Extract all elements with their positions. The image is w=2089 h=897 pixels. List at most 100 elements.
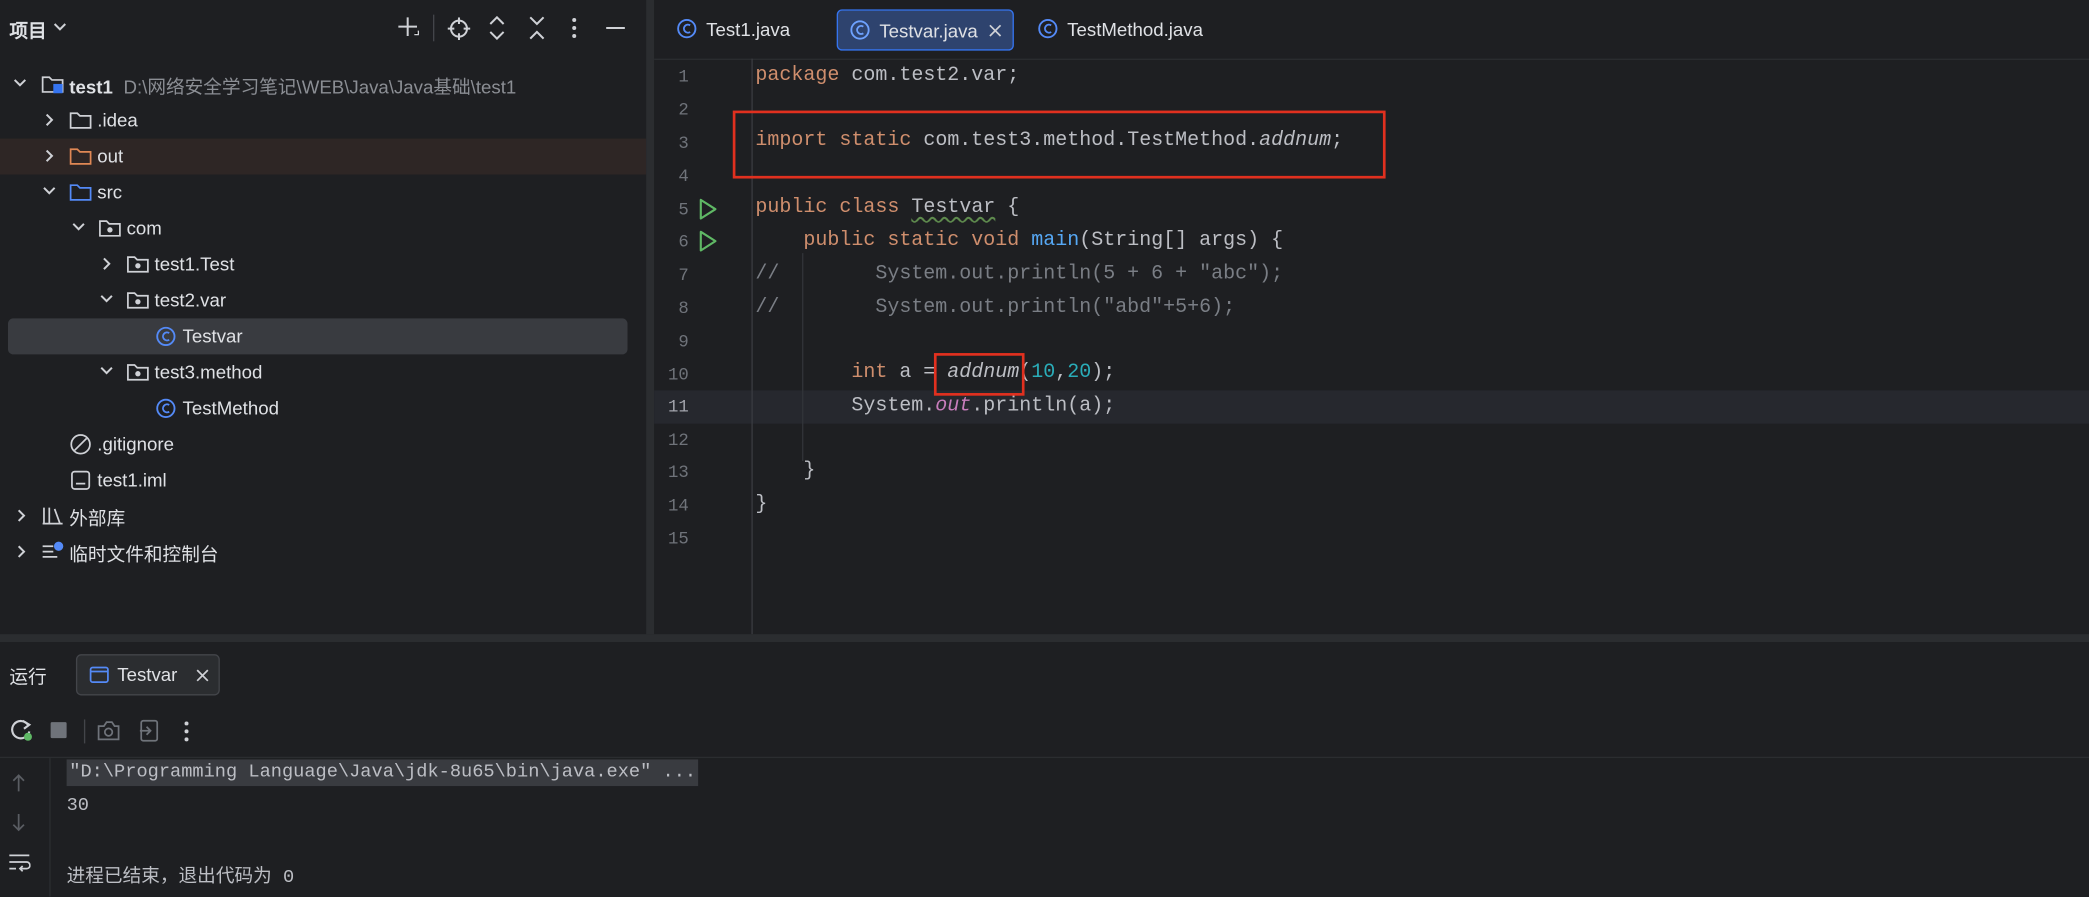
code-token: int xyxy=(851,361,888,384)
tree-item-scratches[interactable]: 临时文件和控制台 xyxy=(0,534,646,570)
close-icon[interactable] xyxy=(196,669,209,682)
code-token: { xyxy=(995,195,1020,219)
project-panel-title[interactable]: 项目 xyxy=(9,17,46,44)
locate-icon[interactable] xyxy=(447,17,471,40)
rerun-icon[interactable] xyxy=(9,718,33,742)
stop-icon[interactable] xyxy=(49,721,68,740)
chevron-down-icon[interactable] xyxy=(100,365,113,376)
code-line: System.out.println(a); xyxy=(851,394,1115,417)
collapse-all-icon[interactable] xyxy=(528,16,547,40)
arrow-down-icon[interactable] xyxy=(11,813,27,833)
code-token: public static void xyxy=(803,229,1020,252)
tree-item-test1[interactable]: test1 D:\网络安全学习笔记\WEB\Java\Java基础\test1 xyxy=(0,67,646,103)
tree-item-external-libraries[interactable]: 外部库 xyxy=(0,498,646,534)
tree-item-label: .idea xyxy=(97,109,138,131)
more-options-icon[interactable] xyxy=(183,721,191,742)
tree-item-gitignore[interactable]: .gitignore xyxy=(0,426,646,462)
code-token: ); xyxy=(1091,361,1116,384)
tree-item-com[interactable]: com xyxy=(0,211,646,247)
tree-item-src[interactable]: src xyxy=(0,175,646,211)
chevron-down-icon[interactable] xyxy=(100,293,113,304)
code-editor[interactable]: Test1.java Testvar.java TestMethod.java … xyxy=(654,0,2089,635)
tree-item-label: 外部库 xyxy=(69,507,126,529)
close-icon[interactable] xyxy=(989,24,1002,37)
line-number: 13 xyxy=(668,462,689,483)
chevron-right-icon[interactable] xyxy=(44,113,55,126)
tree-item-idea[interactable]: .idea xyxy=(0,103,646,139)
more-options-icon[interactable] xyxy=(570,17,578,38)
panel-splitter[interactable] xyxy=(0,634,2089,643)
arrow-up-icon[interactable] xyxy=(11,773,27,793)
divider xyxy=(0,756,2089,759)
expand-all-icon[interactable] xyxy=(488,15,507,40)
tree-item-test1-test[interactable]: test1.Test xyxy=(0,246,646,282)
line-number: 15 xyxy=(668,528,689,549)
excluded-folder-icon xyxy=(69,148,92,165)
code-line: public static void main(String[] args) { xyxy=(803,229,1283,252)
tab-run-testvar[interactable]: Testvar xyxy=(75,654,220,696)
java-class-icon xyxy=(850,20,870,40)
code-token: 20 xyxy=(1067,361,1092,384)
line-number: 5 xyxy=(678,199,689,220)
chevron-down-icon[interactable] xyxy=(72,221,85,232)
console-output: 30 xyxy=(66,795,90,817)
chevron-right-icon[interactable] xyxy=(101,257,112,270)
scratches-icon xyxy=(42,541,64,558)
panel-splitter[interactable] xyxy=(646,0,655,635)
code-token: public class xyxy=(755,195,900,219)
chevron-down-icon[interactable] xyxy=(53,21,66,32)
tree-item-test2-var[interactable]: test2.var xyxy=(0,282,646,318)
camera-icon[interactable] xyxy=(97,721,120,741)
code-line: } xyxy=(803,459,816,483)
tree-item-label: .gitignore xyxy=(97,432,174,455)
tree-item-testmethod[interactable]: TestMethod xyxy=(0,390,646,426)
console-command[interactable]: "D:\Programming Language\Java\jdk-8u65\b… xyxy=(66,759,699,787)
highlight-box-addnum-call xyxy=(933,353,1025,396)
chevron-down-icon[interactable] xyxy=(13,77,27,88)
line-number: 2 xyxy=(678,99,689,120)
chevron-right-icon[interactable] xyxy=(16,545,27,558)
code-line: // System.out.println("abd"+5+6); xyxy=(755,295,1236,319)
tab-testvar-java[interactable]: Testvar.java xyxy=(836,9,1014,51)
code-token: package xyxy=(755,63,840,87)
line-number: 1 xyxy=(678,66,689,87)
code-token: Testvar xyxy=(911,195,996,219)
chevron-down-icon[interactable] xyxy=(43,185,56,196)
tree-item-test1-iml[interactable]: test1.iml xyxy=(0,462,646,498)
tree-item-label: src xyxy=(97,181,123,203)
add-icon[interactable] xyxy=(397,16,421,40)
tree-item-label: test2.var xyxy=(154,289,227,311)
line-number: 11 xyxy=(668,397,689,418)
source-folder-icon xyxy=(69,184,92,201)
run-icon[interactable] xyxy=(698,230,717,252)
java-class-icon xyxy=(156,326,176,346)
tab-label: TestMethod.java xyxy=(1067,18,1204,40)
code-token: com.test2.var; xyxy=(839,63,1020,87)
run-icon[interactable] xyxy=(698,198,717,220)
code-token: System. xyxy=(851,394,936,418)
tree-item-label: Testvar xyxy=(182,325,243,347)
tree-item-label: 临时文件和控制台 xyxy=(69,543,219,565)
tree-item-test3-method[interactable]: test3.method xyxy=(0,354,646,390)
chevron-right-icon[interactable] xyxy=(16,509,27,522)
soft-wrap-icon[interactable] xyxy=(8,853,31,873)
tree-item-out[interactable]: out xyxy=(0,138,647,175)
code-line: package com.test2.var; xyxy=(755,64,1019,87)
tab-testmethod-java[interactable]: TestMethod.java xyxy=(1035,9,1222,48)
toolbar-separator xyxy=(432,14,435,42)
exit-icon[interactable] xyxy=(139,719,162,742)
tab-test1-java[interactable]: Test1.java xyxy=(673,9,820,48)
package-icon xyxy=(127,364,149,381)
ignore-file-icon xyxy=(70,434,91,455)
chevron-right-icon[interactable] xyxy=(44,149,55,162)
tree-item-label: test1.iml xyxy=(97,468,167,491)
line-number: 4 xyxy=(678,166,689,187)
console-icon xyxy=(89,666,109,684)
tab-label: Testvar.java xyxy=(879,19,978,42)
minimize-icon[interactable] xyxy=(605,17,626,38)
library-icon xyxy=(42,507,63,525)
code-line: // System.out.println(5 + 6 + "abc"); xyxy=(755,262,1284,286)
tree-item-testvar[interactable]: Testvar xyxy=(7,318,628,355)
console-line: "D:\Programming Language\Java\jdk-8u65\b… xyxy=(66,759,699,787)
project-panel: 项目 test1 D:\网络安全学习笔记\WEB\Java\Java基础\test… xyxy=(0,0,647,635)
